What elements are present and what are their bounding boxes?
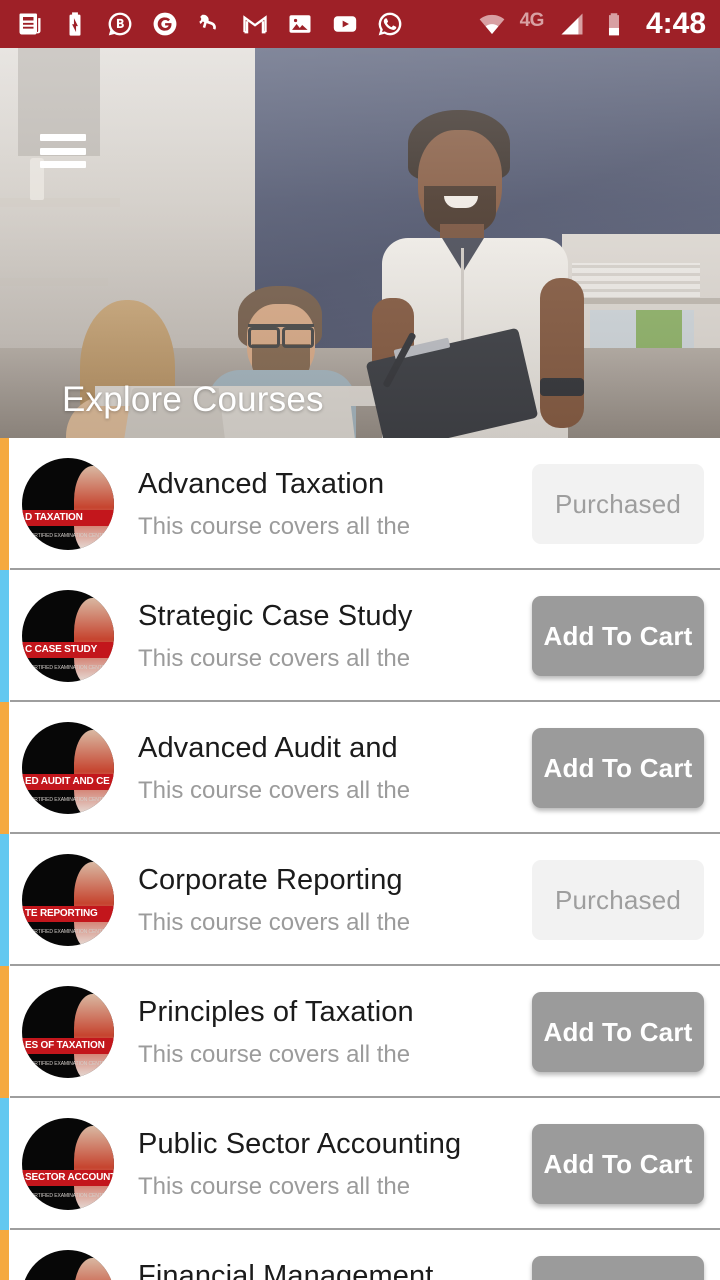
pocket-app-icon [196, 10, 224, 38]
thumbnail-caption: CERTIFIED EXAMINATION CENTRE [27, 533, 109, 539]
hero-banner: Explore Courses [0, 48, 720, 438]
clock-time: 4:48 [645, 7, 706, 40]
course-title: Principles of Taxation [138, 995, 414, 1028]
course-text-block: Advanced Audit and This course covers all… [138, 732, 532, 805]
course-thumbnail[interactable]: ES OF TAXATION CERTIFIED EXAMINATION CENT… [22, 986, 114, 1078]
course-title: Corporate Reporting [138, 863, 403, 896]
course-description: This course covers all the [138, 644, 411, 672]
add-to-cart-button[interactable]: Add To Cart [532, 992, 704, 1072]
course-text-block: Public Sector Accounting This course cove… [138, 1128, 532, 1201]
youtube-icon [331, 10, 359, 38]
status-bar-system-icons: 4G 4:48 [478, 9, 706, 39]
thumbnail-caption: CERTIFIED EXAMINATION CENTRE [27, 797, 109, 803]
thumbnail-caption: CERTIFIED EXAMINATION CENTRE [27, 1061, 109, 1067]
course-thumbnail[interactable]: TE REPORTING CERTIFIED EXAMINATION CENTRE [22, 854, 114, 946]
status-bar: 4G 4:48 [0, 0, 720, 48]
course-description: This course covers all the [138, 908, 411, 936]
cellular-signal-icon [558, 10, 586, 38]
battery-icon [600, 10, 628, 38]
course-thumbnail[interactable]: ED AUDIT AND CE CERTIFIED EXAMINATION CEN… [22, 722, 114, 814]
course-text-block: Financial ManagementThis course covers a… [138, 1260, 532, 1280]
thumbnail-title-band: ED AUDIT AND CE [22, 774, 114, 790]
add-to-cart-button[interactable]: Add To Cart [532, 1256, 704, 1280]
add-to-cart-button[interactable]: Add To Cart [532, 1124, 704, 1204]
grammarly-icon [151, 10, 179, 38]
course-list[interactable]: D TAXATION CERTIFIED EXAMINATION CENTRE Ad… [0, 438, 720, 1280]
thumbnail-title-band: ES OF TAXATION [22, 1038, 114, 1054]
purchased-button[interactable]: Purchased [532, 464, 704, 544]
course-text-block: Corporate Reporting This course covers al… [138, 864, 532, 937]
course-accent-bar [0, 438, 9, 570]
hamburger-menu-icon[interactable] [40, 134, 86, 168]
course-description: This course covers all the [138, 512, 411, 540]
status-bar-notification-icons [16, 10, 404, 38]
whatsapp-icon [376, 10, 404, 38]
purchased-button[interactable]: Purchased [532, 860, 704, 940]
course-row[interactable]: ED AUDIT AND CE CERTIFIED EXAMINATION CEN… [0, 702, 720, 834]
course-row[interactable]: ES OF TAXATION CERTIFIED EXAMINATION CENT… [0, 966, 720, 1098]
course-description: This course covers all the [138, 1040, 411, 1068]
course-thumbnail[interactable]: C CASE STUDY CERTIFIED EXAMINATION CENTRE [22, 590, 114, 682]
news-feed-icon [16, 10, 44, 38]
course-description: This course covers all the [138, 1172, 411, 1200]
course-row[interactable]: L MANAGEMENTCERTIFIED EXAMINATION CENTRE… [0, 1230, 720, 1280]
thumbnail-title-band: SECTOR ACCOUNTING CE [22, 1170, 114, 1186]
course-accent-bar [0, 834, 9, 966]
course-row[interactable]: C CASE STUDY CERTIFIED EXAMINATION CENTRE… [0, 570, 720, 702]
course-text-block: Principles of Taxation This course covers… [138, 996, 532, 1069]
course-title: Strategic Case Study [138, 599, 413, 632]
course-accent-bar [0, 1098, 9, 1230]
course-description: This course covers all the [138, 776, 411, 804]
course-text-block: Strategic Case Study This course covers a… [138, 600, 532, 673]
course-thumbnail[interactable]: D TAXATION CERTIFIED EXAMINATION CENTRE [22, 458, 114, 550]
course-title: Advanced Audit and [138, 731, 398, 764]
course-title: Financial Management [138, 1259, 434, 1280]
course-text-block: Advanced Taxation This course covers all … [138, 468, 532, 541]
course-accent-bar [0, 570, 9, 702]
gallery-photo-icon [286, 10, 314, 38]
thumbnail-caption: CERTIFIED EXAMINATION CENTRE [27, 1193, 109, 1199]
bip-chat-icon [106, 10, 134, 38]
course-thumbnail[interactable]: L MANAGEMENTCERTIFIED EXAMINATION CENTRE [22, 1250, 114, 1280]
thumbnail-caption: CERTIFIED EXAMINATION CENTRE [27, 929, 109, 935]
course-row[interactable]: SECTOR ACCOUNTING CE CERTIFIED EXAMINATIO… [0, 1098, 720, 1230]
course-accent-bar [0, 966, 9, 1098]
gmail-icon [241, 10, 269, 38]
add-to-cart-button[interactable]: Add To Cart [532, 596, 704, 676]
course-accent-bar [0, 1230, 9, 1280]
thumbnail-title-band: C CASE STUDY [22, 642, 114, 658]
course-thumbnail[interactable]: SECTOR ACCOUNTING CE CERTIFIED EXAMINATIO… [22, 1118, 114, 1210]
thumbnail-title-band: D TAXATION [22, 510, 114, 526]
page-title: Explore Courses [62, 380, 324, 419]
course-title: Public Sector Accounting [138, 1127, 462, 1160]
thumbnail-caption: CERTIFIED EXAMINATION CENTRE [27, 665, 109, 671]
thumbnail-title-band: TE REPORTING [22, 906, 114, 922]
course-title: Advanced Taxation [138, 467, 385, 500]
app-root: 4G 4:48 Explore Courses D TAXATION CERTI… [0, 0, 720, 1280]
add-to-cart-button[interactable]: Add To Cart [532, 728, 704, 808]
wifi-icon [478, 10, 506, 38]
course-row[interactable]: TE REPORTING CERTIFIED EXAMINATION CENTRE… [0, 834, 720, 966]
network-type-label: 4G [519, 9, 545, 31]
course-row[interactable]: D TAXATION CERTIFIED EXAMINATION CENTRE Ad… [0, 438, 720, 570]
course-accent-bar [0, 702, 9, 834]
battery-saver-icon [61, 10, 89, 38]
thumbnail-person-image [74, 1258, 114, 1280]
